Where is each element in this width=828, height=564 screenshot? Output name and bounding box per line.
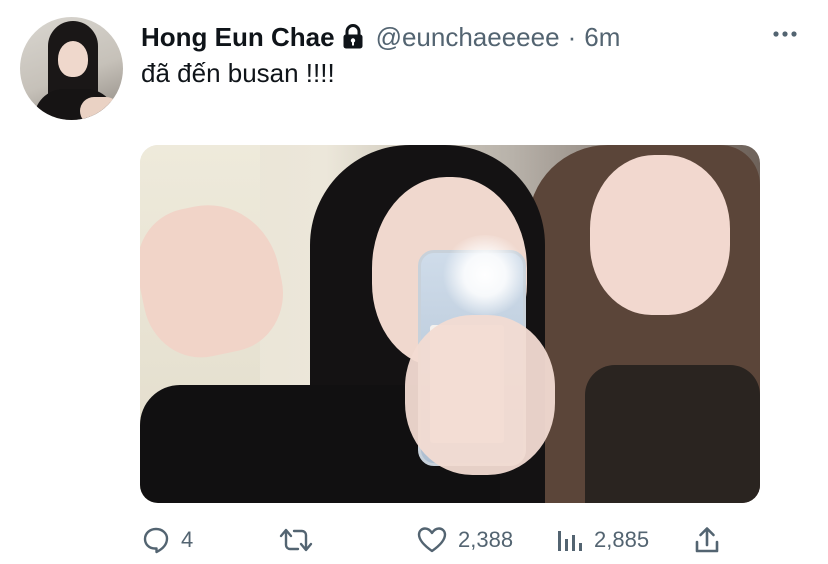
tweet-time[interactable]: 6m xyxy=(584,22,620,53)
share-button[interactable] xyxy=(692,522,722,558)
views-button[interactable]: 2,885 xyxy=(556,522,649,558)
author-handle[interactable]: @eunchaeeeee xyxy=(376,22,560,53)
tweet-text: đã đến busan !!!! xyxy=(141,58,335,88)
meta-separator: · xyxy=(567,21,577,52)
photo-flash xyxy=(440,235,530,315)
retweet-button[interactable] xyxy=(277,522,325,558)
lock-icon xyxy=(342,24,364,50)
photo-person-right-face xyxy=(590,155,730,315)
share-icon xyxy=(692,525,722,555)
views-icon xyxy=(556,525,584,555)
like-icon xyxy=(416,525,448,555)
reply-button[interactable]: 4 xyxy=(141,522,193,558)
more-icon[interactable] xyxy=(772,24,798,44)
like-count: 2,388 xyxy=(458,527,514,552)
photo-peace-hand xyxy=(140,192,295,368)
avatar-face xyxy=(58,41,88,77)
views-count: 2,885 xyxy=(594,527,650,552)
author-display-name[interactable]: Hong Eun Chae xyxy=(141,22,335,53)
tweet-header: Hong Eun Chae @eunchaeeeee · 6m xyxy=(141,20,620,54)
tweet-photo[interactable] xyxy=(140,145,760,503)
author-avatar[interactable] xyxy=(20,17,123,120)
photo-person-right-top xyxy=(585,365,760,503)
tweet-actions: 4 2,388 2,885 xyxy=(0,522,828,558)
reply-icon xyxy=(141,525,171,555)
photo-phone-hand xyxy=(405,315,555,475)
like-button[interactable]: 2,388 xyxy=(416,522,513,558)
avatar-arm xyxy=(80,97,120,120)
retweet-icon xyxy=(277,525,315,555)
reply-count: 4 xyxy=(181,527,194,552)
